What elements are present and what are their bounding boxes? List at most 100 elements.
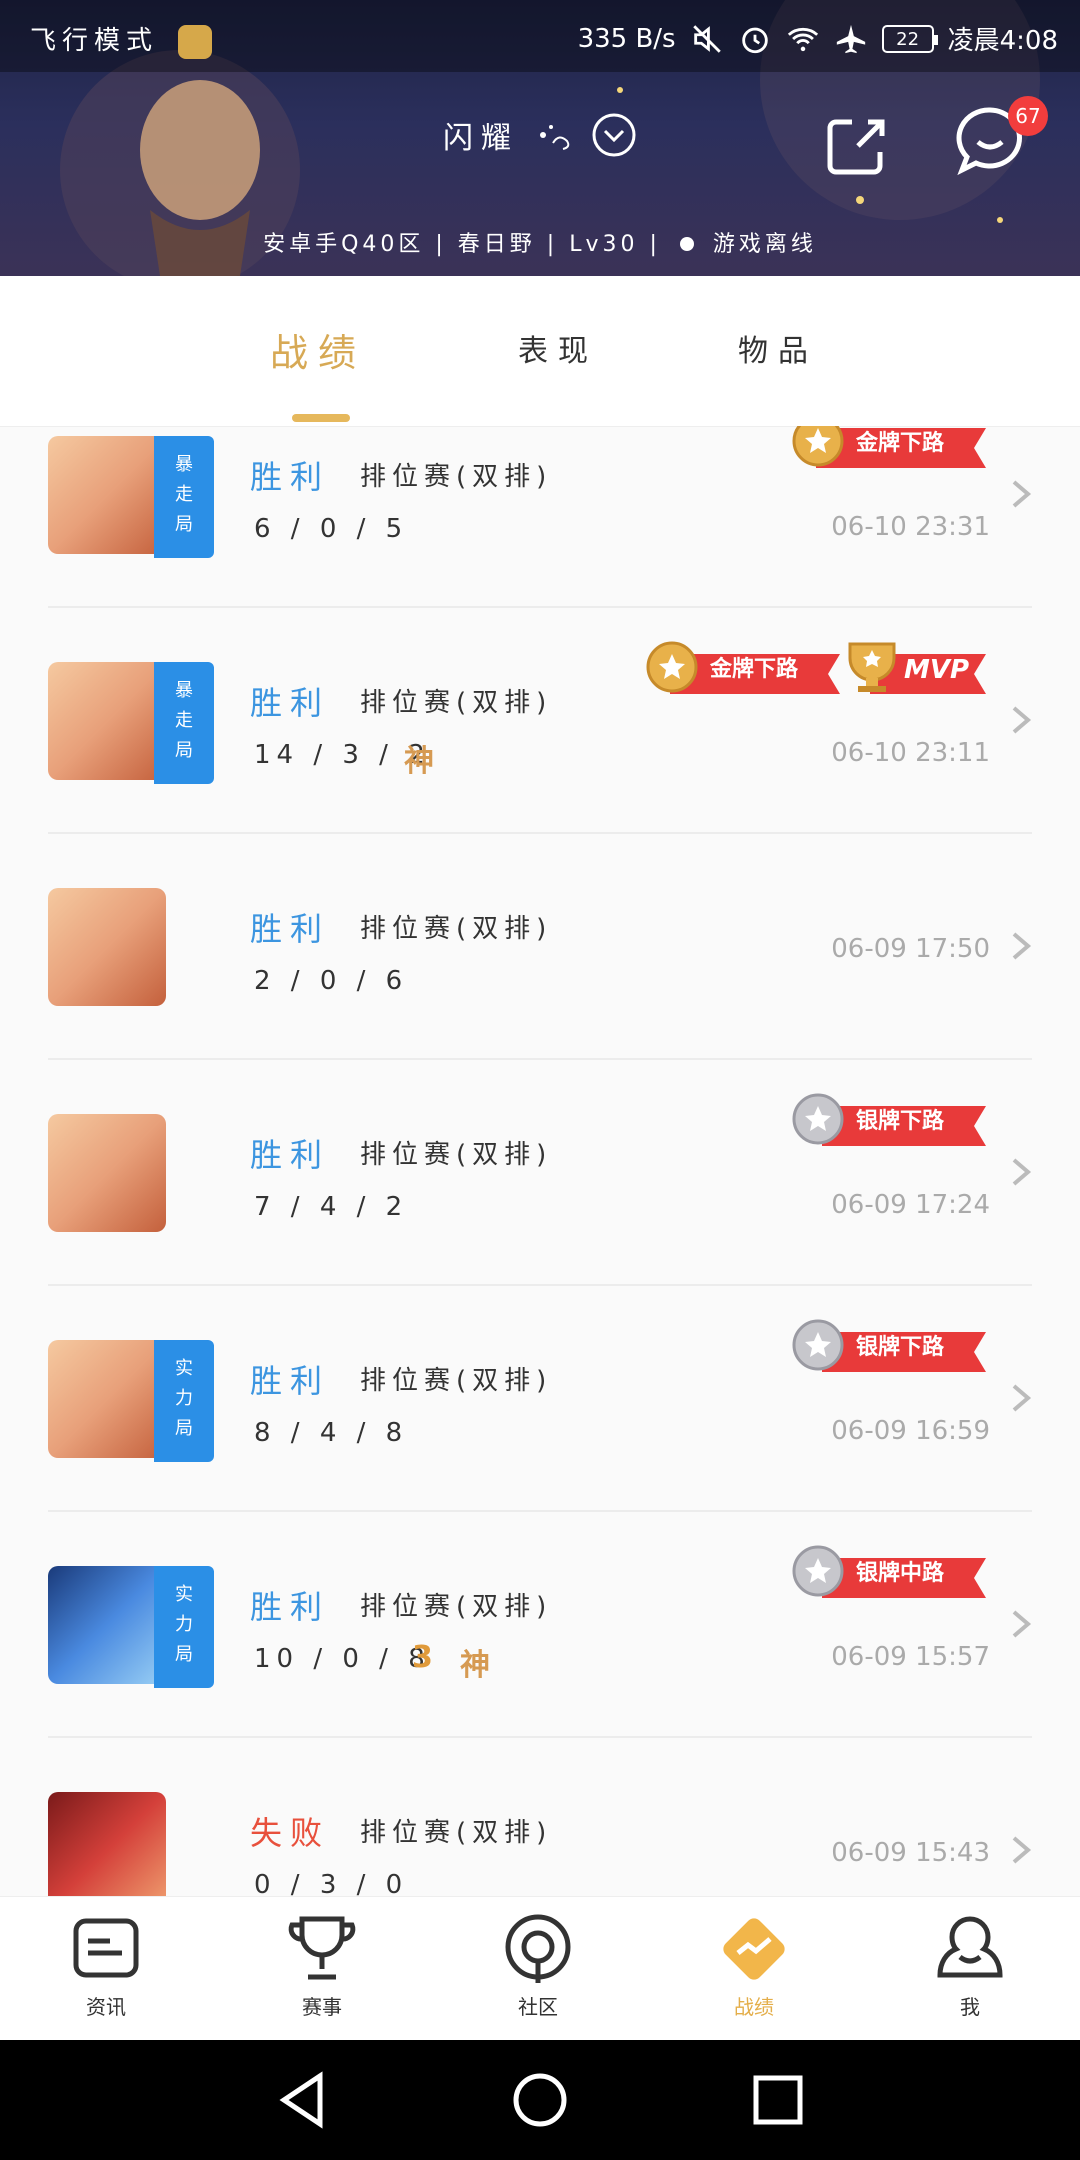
nav-events[interactable]: 赛事: [262, 1911, 382, 2020]
match-kda: 10 / 0 / 8: [254, 1644, 431, 1674]
bottom-navigation: 资讯 赛事 社区 战绩 我: [0, 1896, 1080, 2041]
nav-me[interactable]: 我: [910, 1911, 1030, 2020]
airplane-mode-text: 飞行模式: [30, 26, 159, 56]
match-result: 失败: [250, 1814, 331, 1852]
gold-medal-award: 金牌下路: [646, 641, 840, 694]
silver-medal-award: 银牌下路: [792, 1319, 986, 1372]
match-row[interactable]: 胜利 排位赛(双排) 7 / 4 / 2 银牌下路 06-09 17:24: [0, 1060, 1080, 1286]
hero-avatar: [48, 888, 166, 1006]
hero-avatar: [48, 662, 166, 780]
nav-news-label: 资讯: [86, 1995, 126, 2019]
svg-text:银牌中路: 银牌中路: [856, 1560, 945, 1586]
airplane-icon: [836, 24, 865, 53]
match-mode: 排位赛(双排): [360, 1366, 553, 1396]
tab-record[interactable]: 战绩: [270, 322, 366, 377]
godlike-badge: 神: [460, 1648, 490, 1683]
match-result: 胜利: [250, 684, 331, 722]
match-row[interactable]: 实力局 胜利 排位赛(双排) 8 / 4 / 8 银牌下路 06-09 16:5…: [0, 1286, 1080, 1512]
match-mode: 排位赛(双排): [360, 1818, 553, 1848]
match-mode: 排位赛(双排): [360, 1140, 553, 1170]
record-icon: [723, 1918, 785, 1980]
mode-tag: 实力局: [154, 1566, 214, 1688]
match-time: 06-10 23:11: [831, 738, 990, 768]
match-time: 06-10 23:31: [831, 512, 990, 542]
silver-medal-award: 银牌中路: [792, 1545, 986, 1598]
godlike-badge: 神: [404, 744, 434, 779]
match-result: 胜利: [250, 1362, 331, 1400]
player-name: 闪耀: [443, 121, 519, 156]
match-kda: 0 / 3 / 0: [254, 1870, 409, 1896]
gold-medal-award: 金牌下路: [792, 426, 986, 468]
svg-text:金牌下路: 金牌下路: [709, 656, 799, 682]
svg-text:银牌下路: 银牌下路: [856, 1108, 945, 1134]
tab-performance[interactable]: 表现: [518, 326, 598, 370]
match-time: 06-09 17:24: [831, 1190, 990, 1220]
match-row[interactable]: 实力局 胜利 排位赛(双排) 10 / 0 / 8 3 神 银牌中路 06-09…: [0, 1512, 1080, 1738]
online-status: 游戏离线: [712, 232, 817, 257]
match-time: 06-09 15:57: [831, 1642, 990, 1672]
match-row[interactable]: 暴走局 胜利 排位赛(双排) 6 / 0 / 5 金牌下路 06-10 23:3…: [0, 426, 1080, 608]
nav-record-label: 战绩: [734, 1995, 774, 2019]
clock: 凌晨4:08: [947, 26, 1058, 56]
recents-icon[interactable]: [744, 2066, 812, 2134]
chevron-right-icon: [1012, 480, 1032, 508]
app-notification-icon: [178, 24, 213, 59]
community-icon: [505, 1914, 571, 1983]
nav-community-label: 社区: [518, 1995, 558, 2019]
match-row[interactable]: 暴走局 胜利 排位赛(双排) 14 / 3 / 2 神 金牌下路 MVP 06-…: [0, 608, 1080, 834]
mvp-award: MVP: [848, 642, 986, 694]
share-icon[interactable]: [818, 108, 894, 184]
trophy-icon: [288, 1916, 356, 1980]
nav-community[interactable]: 社区: [478, 1911, 598, 2020]
chevron-down-icon[interactable]: [591, 112, 637, 158]
match-time: 06-09 17:50: [831, 934, 990, 964]
match-mode: 排位赛(双排): [360, 914, 553, 944]
news-icon: [73, 1918, 139, 1978]
name-decoration-icon: [540, 125, 570, 150]
match-result: 胜利: [250, 1588, 331, 1626]
profile-icon: [937, 1916, 1003, 1978]
match-kda: 2 / 0 / 6: [254, 966, 409, 996]
silver-medal-award: 银牌下路: [792, 1093, 986, 1146]
player-name-switcher[interactable]: 闪耀: [443, 112, 637, 158]
match-list: 暴走局 胜利 排位赛(双排) 6 / 0 / 5 金牌下路 06-10 23:3…: [0, 426, 1080, 1896]
back-icon[interactable]: [268, 2066, 336, 2134]
svg-text:金牌下路: 金牌下路: [855, 430, 945, 456]
hero-avatar: [48, 1792, 166, 1896]
server-info: 安卓手Q40区 | 春日野 | Lv30 |: [263, 232, 661, 257]
svg-text:银牌下路: 银牌下路: [856, 1334, 945, 1360]
svg-text:MVP: MVP: [904, 655, 969, 685]
hero-avatar: [48, 1566, 166, 1684]
match-row[interactable]: 失败 排位赛(双排) 0 / 3 / 0 06-09 15:43: [0, 1738, 1080, 1896]
nav-news[interactable]: 资讯: [46, 1911, 166, 2020]
tab-items[interactable]: 物品: [738, 326, 818, 370]
match-mode: 排位赛(双排): [360, 688, 553, 718]
match-row[interactable]: 胜利 排位赛(双排) 2 / 0 / 6 06-09 17:50: [0, 834, 1080, 1060]
mute-icon: [692, 24, 721, 53]
message-count-badge: 67: [1008, 96, 1048, 136]
battery-indicator: 22: [881, 24, 938, 53]
profile-header: 飞行模式 335 B/s 22 凌晨4:08 闪耀 67 安卓手Q40区 | 春…: [0, 0, 1080, 276]
network-speed: 335 B/s: [577, 23, 676, 54]
match-mode: 排位赛(双排): [360, 462, 553, 492]
system-navigation-bar: [0, 2040, 1080, 2160]
wifi-icon: [787, 27, 818, 51]
mode-tag: 暴走局: [154, 436, 214, 558]
nav-record[interactable]: 战绩: [694, 1911, 814, 2020]
match-time: 06-09 15:43: [831, 1838, 990, 1868]
match-mode: 排位赛(双排): [360, 1592, 553, 1622]
record-tabs: 战绩 表现 物品: [0, 276, 1080, 427]
mode-tag: 暴走局: [154, 662, 214, 784]
status-bar: 飞行模式 335 B/s 22 凌晨4:08: [0, 0, 1080, 72]
nav-events-label: 赛事: [302, 1995, 342, 2019]
home-icon[interactable]: [506, 2066, 574, 2134]
match-kda: 8 / 4 / 8: [254, 1418, 409, 1448]
match-kda: 6 / 0 / 5: [254, 514, 409, 544]
alarm-icon: [741, 27, 768, 53]
chevron-right-icon: [1012, 1158, 1032, 1186]
chevron-right-icon: [1012, 932, 1032, 960]
chevron-right-icon: [1012, 1610, 1032, 1638]
match-result: 胜利: [250, 458, 331, 496]
chevron-right-icon: [1012, 706, 1032, 734]
chevron-right-icon: [1012, 1836, 1032, 1864]
